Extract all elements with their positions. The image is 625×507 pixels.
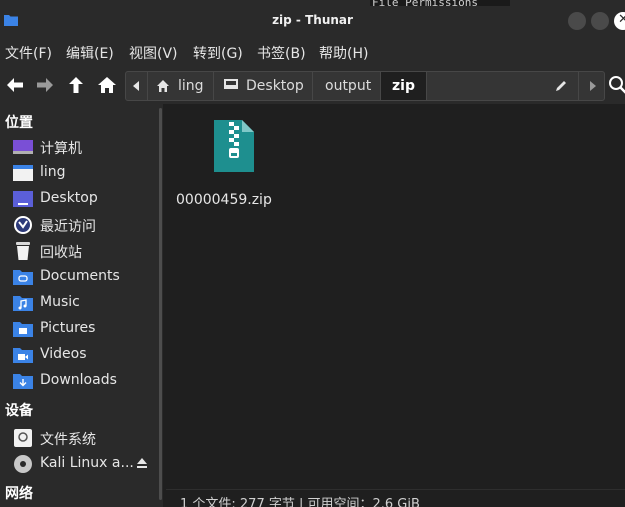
sidebar-item-label: 文件系统 [40, 432, 96, 448]
search-icon[interactable] [607, 74, 625, 96]
sidebar-item-kali-disc[interactable]: Kali Linux a... [12, 452, 160, 476]
sidebar-item-label: 回收站 [40, 245, 82, 261]
back-arrow-icon[interactable] [4, 74, 26, 96]
path-segment-label: output [325, 78, 372, 94]
file-name: 00000459.zip [176, 192, 272, 208]
path-segment-ling[interactable]: ling [148, 72, 214, 100]
forward-arrow-icon[interactable] [34, 74, 56, 96]
menu-help[interactable]: 帮助(H) [319, 43, 368, 63]
sidebar-scrollbar[interactable] [159, 108, 162, 500]
sidebar-item-label: Music [40, 294, 80, 310]
path-segment-label: ling [178, 78, 204, 94]
sidebar-item-label: Downloads [40, 372, 117, 388]
menu-bar: 文件(F) 编辑(E) 视图(V) 转到(G) 书签(B) 帮助(H) [0, 40, 625, 66]
sidebar-item-videos[interactable]: Videos [12, 343, 160, 367]
zip-archive-icon [214, 120, 254, 172]
disc-icon [14, 455, 32, 473]
desktop-icon [224, 79, 238, 89]
sidebar-section-places: 位置 [5, 115, 33, 131]
sidebar-item-label: Videos [40, 346, 87, 362]
videos-folder-icon [13, 348, 33, 363]
sidebar-item-pictures[interactable]: Pictures [12, 317, 160, 341]
filesystem-icon [14, 429, 32, 447]
chevron-right-icon [590, 81, 596, 91]
sidebar-item-label: Pictures [40, 320, 96, 336]
path-scroll-right[interactable] [578, 72, 605, 100]
home-icon [157, 80, 169, 92]
documents-folder-icon [13, 270, 33, 285]
sidebar-item-label: Documents [40, 268, 120, 284]
computer-icon [13, 140, 33, 154]
recent-icon [14, 216, 32, 234]
close-button[interactable]: ✕ [614, 12, 625, 30]
sidebar: 位置 计算机 ling Desktop 最近访问 回收站 Documents M… [0, 104, 163, 507]
trash-icon [16, 242, 30, 260]
menu-bookmarks[interactable]: 书签(B) [257, 43, 306, 63]
sidebar-item-downloads[interactable]: Downloads [12, 369, 160, 393]
sidebar-item-recent[interactable]: 最近访问 [12, 213, 160, 237]
file-view: 00000459.zip [166, 104, 625, 489]
sidebar-item-label: 最近访问 [40, 219, 96, 235]
sidebar-item-trash[interactable]: 回收站 [12, 239, 160, 263]
edit-location-icon[interactable] [554, 79, 568, 93]
pictures-folder-icon [13, 322, 33, 337]
sidebar-item-filesystem[interactable]: 文件系统 [12, 426, 160, 450]
sidebar-item-label: Kali Linux a... [40, 455, 134, 471]
path-segment-output[interactable]: output [313, 72, 381, 100]
menu-file[interactable]: 文件(F) [5, 43, 52, 63]
path-segment-desktop[interactable]: Desktop [214, 72, 313, 100]
home-folder-icon [13, 165, 33, 181]
path-segment-label: Desktop [246, 78, 304, 94]
menu-edit[interactable]: 编辑(E) [66, 43, 114, 63]
path-segment-zip[interactable]: zip [381, 72, 427, 100]
file-item[interactable]: 00000459.zip [176, 116, 272, 216]
window-title: zip - Thunar [272, 13, 353, 27]
status-bar: 1 个文件: 277 字节 | 可用空间：2.6 GiB [166, 489, 625, 507]
minimize-button[interactable] [568, 12, 586, 30]
sidebar-item-label: Desktop [40, 190, 98, 206]
path-scroll-left[interactable] [126, 72, 148, 100]
menu-view[interactable]: 视图(V) [129, 43, 178, 63]
background-window-text: File Permissions [370, 0, 510, 6]
desktop-icon [13, 191, 33, 207]
path-bar: ling Desktop output zip [125, 71, 605, 101]
downloads-folder-icon [13, 374, 33, 389]
title-bar: File Permissions zip - Thunar ✕ [0, 0, 625, 40]
maximize-button[interactable] [591, 12, 609, 30]
sidebar-item-label: 计算机 [40, 141, 82, 157]
home-icon[interactable] [96, 74, 118, 96]
sidebar-item-label: ling [40, 164, 66, 180]
toolbar: ling Desktop output zip [0, 66, 625, 104]
sidebar-item-desktop[interactable]: Desktop [12, 187, 160, 211]
sidebar-item-home[interactable]: ling [12, 161, 160, 185]
eject-icon[interactable] [136, 457, 148, 469]
menu-go[interactable]: 转到(G) [193, 43, 243, 63]
sidebar-item-music[interactable]: Music [12, 291, 160, 315]
sidebar-item-documents[interactable]: Documents [12, 265, 160, 289]
close-icon: ✕ [618, 12, 625, 27]
up-arrow-icon[interactable] [65, 74, 87, 96]
music-folder-icon [13, 296, 33, 311]
path-segment-label: zip [392, 78, 415, 94]
status-text: 1 个文件: 277 字节 | 可用空间：2.6 GiB [180, 497, 420, 507]
chevron-left-icon [133, 81, 139, 91]
sidebar-section-network: 网络 [5, 486, 33, 502]
sidebar-section-devices: 设备 [5, 403, 33, 419]
sidebar-item-computer[interactable]: 计算机 [12, 135, 160, 159]
